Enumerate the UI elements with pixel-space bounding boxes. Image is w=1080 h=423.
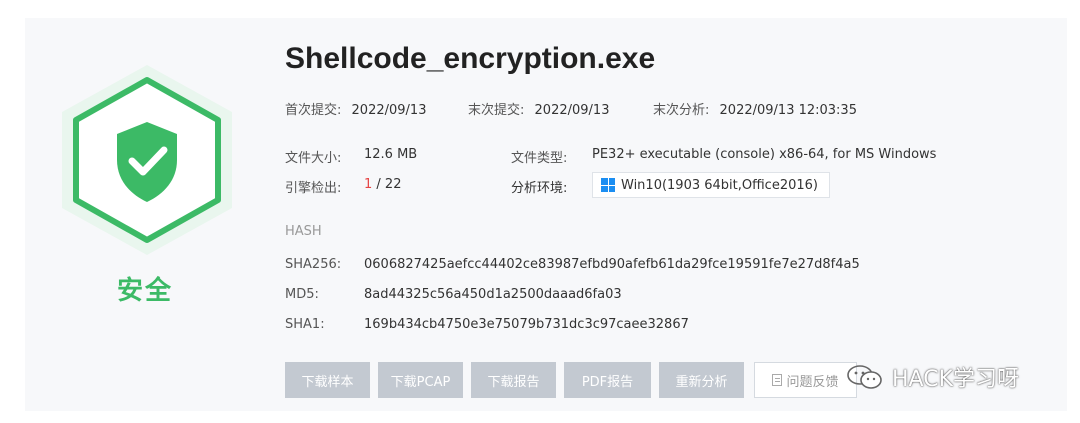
engine-detection-hits: 1: [364, 177, 373, 192]
last-submit-value: 2022/09/13: [534, 103, 610, 118]
file-type: 文件类型: PE32+ executable (console) x86-64,…: [511, 147, 936, 166]
analysis-env-value: Win10(1903 64bit,Office2016): [621, 177, 818, 193]
engine-detection-total: / 22: [376, 177, 402, 192]
first-submit-value: 2022/09/13: [351, 103, 427, 118]
sha256-row: SHA256: 0606827425aefcc44402ce83987efbd9…: [285, 257, 860, 272]
first-submit: 首次提交: 2022/09/13: [285, 99, 426, 118]
last-submit-label: 末次提交:: [468, 103, 525, 118]
download-sample-button[interactable]: 下载样本: [285, 362, 370, 398]
feedback-label: 问题反馈: [786, 374, 839, 390]
first-submit-label: 首次提交:: [285, 103, 342, 118]
last-analysis: 末次分析: 2022/09/13 12:03:35: [653, 99, 857, 118]
last-analysis-value: 2022/09/13 12:03:35: [719, 103, 857, 118]
download-report-button[interactable]: 下载报告: [471, 362, 556, 398]
sha256-label: SHA256:: [285, 257, 342, 272]
file-type-value: PE32+ executable (console) x86-64, for M…: [592, 147, 937, 162]
hash-header: HASH: [285, 224, 322, 239]
md5-label: MD5:: [285, 287, 319, 302]
file-size: 文件大小: 12.6 MB: [285, 147, 417, 166]
verdict-label: 安全: [116, 276, 173, 306]
reanalyze-button[interactable]: 重新分析: [659, 362, 744, 398]
document-icon: [772, 374, 783, 386]
safe-badge: [52, 60, 242, 260]
shield-check-icon: [62, 65, 232, 255]
sha256-value: 0606827425aefcc44402ce83987efbd90afefb61…: [364, 257, 860, 272]
md5-value: 8ad44325c56a450d1a2500daaad6fa03: [364, 287, 622, 302]
sha1-label: SHA1:: [285, 317, 325, 332]
last-submit: 末次提交: 2022/09/13: [468, 99, 609, 118]
analysis-env-label: 分析环境:: [511, 181, 568, 196]
file-type-label: 文件类型:: [511, 151, 568, 166]
md5-row: MD5: 8ad44325c56a450d1a2500daaad6fa03: [285, 287, 622, 302]
windows-icon: [601, 178, 615, 192]
file-name: Shellcode_encryption.exe: [285, 42, 656, 75]
wechat-logo-icon: [847, 365, 882, 389]
file-size-value: 12.6 MB: [364, 147, 418, 162]
file-size-label: 文件大小:: [285, 151, 342, 166]
watermark-text: HACK学习呀: [892, 367, 1019, 392]
feedback-button[interactable]: 问题反馈: [754, 362, 857, 398]
watermark: HACK学习呀: [846, 361, 1019, 393]
engine-detection-label: 引擎检出:: [285, 181, 342, 196]
download-pcap-button[interactable]: 下载PCAP: [378, 362, 463, 398]
sha1-row: SHA1: 169b434cb4750e3e75079b731dc3c97cae…: [285, 317, 689, 332]
pdf-report-button[interactable]: PDF报告: [564, 362, 651, 398]
last-analysis-label: 末次分析:: [653, 103, 710, 118]
engine-detection: 引擎检出: 1 / 22: [285, 177, 401, 196]
analysis-env-tag: Win10(1903 64bit,Office2016): [592, 172, 830, 198]
sha1-value: 169b434cb4750e3e75079b731dc3c97caee32867: [364, 317, 689, 332]
